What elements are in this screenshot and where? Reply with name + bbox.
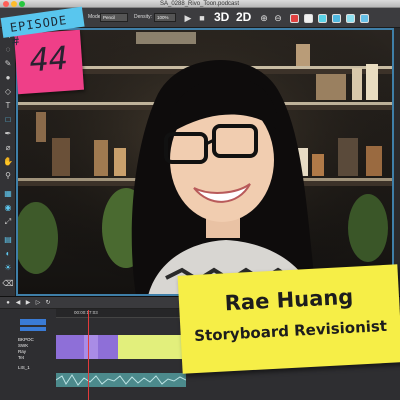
zoom-out-icon[interactable]: ⊖ <box>272 12 284 24</box>
color-swatch[interactable] <box>346 14 355 23</box>
track-tag <box>20 319 46 325</box>
color-swatch[interactable] <box>360 14 369 23</box>
prev-frame-icon[interactable]: ◀ <box>14 299 22 307</box>
guest-name: Rae Huang <box>224 284 354 316</box>
playhead[interactable] <box>88 310 89 400</box>
shape-tool-icon[interactable]: □ <box>2 114 14 126</box>
track-tag <box>20 327 46 331</box>
play-timeline-icon[interactable]: ▶ <box>24 299 32 307</box>
color-swatch[interactable] <box>290 14 299 23</box>
color-swatch[interactable] <box>304 14 313 23</box>
record-icon[interactable]: ● <box>4 299 12 307</box>
guest-role: Storyboard Revisionist <box>193 316 388 346</box>
timeline-clip[interactable] <box>118 335 184 359</box>
grid-tool-icon[interactable]: ▦ <box>2 188 14 200</box>
density-label: Density: <box>134 14 153 20</box>
trash-tool-icon[interactable]: ⌫ <box>2 278 14 290</box>
zoom-in-icon[interactable]: ⊕ <box>258 12 270 24</box>
window-title: SA_0288_Rivo_Toon.podcast <box>160 1 240 7</box>
transform-tool-icon[interactable]: ⤢ <box>2 216 14 228</box>
text-tool-icon[interactable]: T <box>2 100 14 112</box>
view-3d-button[interactable]: 3D <box>214 10 229 24</box>
color-tool-icon[interactable]: ◐ <box>2 248 14 260</box>
hand-tool-icon[interactable]: ✋ <box>2 156 14 168</box>
waveform-graphic <box>55 374 187 386</box>
audio-waveform[interactable] <box>55 373 187 387</box>
view-2d-button[interactable]: 2D <box>236 10 251 24</box>
zoom-tool-icon[interactable]: ⚲ <box>2 170 14 182</box>
track-label: BKPOC <box>18 337 34 342</box>
stop-icon[interactable]: ■ <box>196 12 208 24</box>
track-label: Tet <box>18 355 25 360</box>
pen-tool-icon[interactable]: ✒ <box>2 128 14 140</box>
next-frame-icon[interactable]: ▷ <box>34 299 42 307</box>
loop-icon[interactable]: ↻ <box>44 299 52 307</box>
camera-tool-icon[interactable]: ◉ <box>2 202 14 214</box>
play-icon[interactable]: ▶ <box>182 12 194 24</box>
window-titlebar: SA_0288_Rivo_Toon.podcast <box>0 0 400 8</box>
layer-tool-icon[interactable]: ▤ <box>2 234 14 246</box>
mode-select[interactable]: Pencil <box>100 13 128 22</box>
track-label: SWK <box>18 343 29 348</box>
maximize-window-button[interactable] <box>19 1 25 7</box>
episode-banner: EPISODE # <box>0 6 85 49</box>
current-time: 00:00:17:03 <box>74 310 98 315</box>
density-select[interactable]: 100% <box>154 13 176 22</box>
track-label: Ray <box>18 349 27 354</box>
light-tool-icon[interactable]: ☀ <box>2 262 14 274</box>
guest-name-note: Rae Huang Storyboard Revisionist <box>177 264 400 374</box>
minimize-window-button[interactable] <box>11 1 17 7</box>
color-swatch[interactable] <box>318 14 327 23</box>
track-label: LIS_1 <box>18 365 30 370</box>
color-swatch[interactable] <box>332 14 341 23</box>
timeline-clip[interactable] <box>84 335 98 359</box>
episode-sticker: 44 EPISODE # <box>0 6 92 95</box>
close-window-button[interactable] <box>3 1 9 7</box>
eyedropper-tool-icon[interactable]: ⌀ <box>2 142 14 154</box>
